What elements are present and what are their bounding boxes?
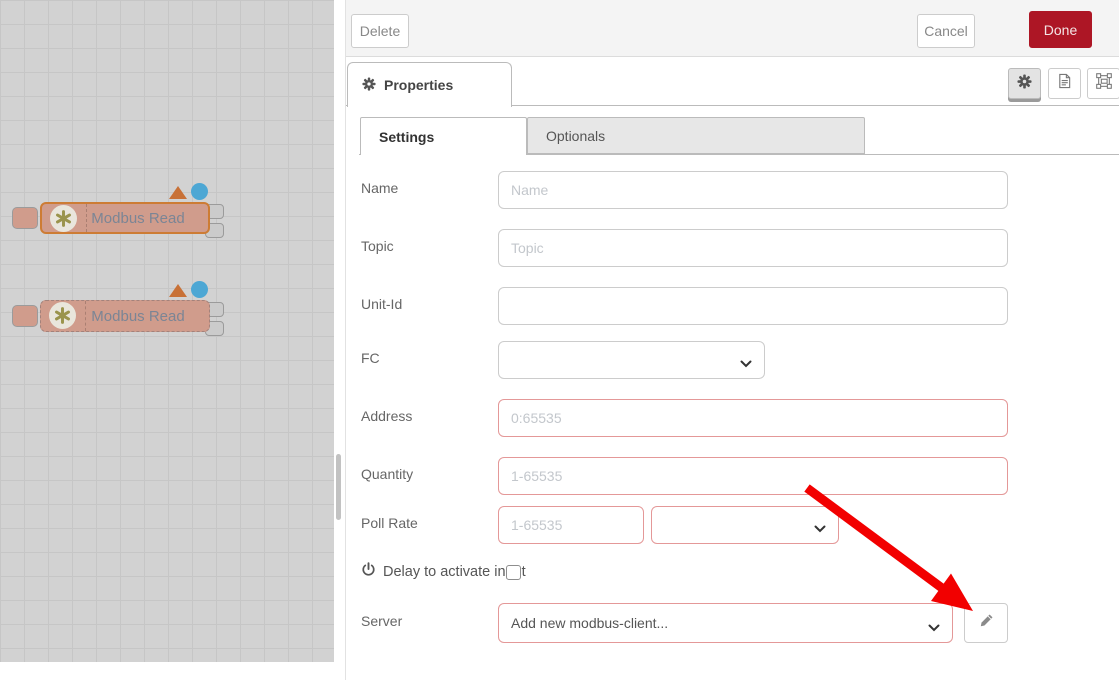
delay-row: Delay to activate input: [361, 562, 526, 581]
chevron-down-icon: [740, 355, 752, 371]
modbus-read-node-2[interactable]: Modbus Read: [0, 284, 230, 344]
cancel-button[interactable]: Cancel: [917, 14, 975, 48]
tab-optionals[interactable]: Optionals: [527, 117, 865, 154]
address-input[interactable]: [498, 399, 1008, 437]
delete-button[interactable]: Delete: [351, 14, 409, 48]
delay-checkbox[interactable]: [506, 565, 521, 580]
server-select[interactable]: Add new modbus-client...: [498, 603, 953, 643]
chevron-down-icon: [814, 520, 826, 536]
poll-rate-unit-select[interactable]: [651, 506, 839, 544]
properties-form: Settings Optionals Name Topic Unit-Id FC: [346, 106, 1119, 680]
unit-id-input[interactable]: [498, 287, 1008, 325]
server-label: Server: [361, 613, 402, 629]
gear-icon: [1017, 74, 1032, 94]
tab-properties[interactable]: Properties: [347, 62, 512, 107]
power-icon: [361, 562, 376, 581]
modbus-asterisk-icon: [50, 205, 77, 232]
tray-header: Delete Cancel Done: [346, 0, 1119, 57]
fc-select[interactable]: [498, 341, 765, 379]
node-label: Modbus Read: [87, 301, 189, 331]
name-input[interactable]: [498, 171, 1008, 209]
appearance-view-button[interactable]: [1087, 68, 1119, 99]
properties-view-button[interactable]: [1008, 68, 1041, 99]
edit-tray: Delete Cancel Done: [345, 0, 1119, 680]
node-label: Modbus Read: [88, 204, 188, 232]
tray-tab-row: Properties: [346, 57, 1119, 106]
appearance-group-icon: [1096, 73, 1112, 94]
gear-icon: [362, 77, 376, 94]
node-changed-indicator-icon: [191, 183, 208, 200]
quantity-input[interactable]: [498, 457, 1008, 495]
poll-rate-input[interactable]: [498, 506, 644, 544]
fc-label: FC: [361, 350, 380, 366]
description-view-button[interactable]: [1048, 68, 1081, 99]
modbus-asterisk-icon: [49, 302, 76, 329]
tab-settings-label: Settings: [379, 129, 434, 145]
server-select-value: Add new modbus-client...: [511, 615, 668, 631]
chevron-down-icon: [928, 619, 940, 635]
document-icon: [1057, 73, 1072, 94]
node-icon-area: [41, 301, 86, 331]
edit-server-button[interactable]: [964, 603, 1008, 643]
flow-canvas[interactable]: Modbus Read Modbus Re: [0, 0, 334, 662]
topic-input[interactable]: [498, 229, 1008, 267]
tab-settings[interactable]: Settings: [360, 117, 527, 155]
address-label: Address: [361, 408, 412, 424]
tab-properties-label: Properties: [384, 77, 453, 93]
done-button[interactable]: Done: [1029, 11, 1092, 48]
node-input-port[interactable]: [12, 305, 38, 327]
node-error-indicator-icon: [169, 186, 187, 199]
pencil-icon: [979, 613, 994, 633]
poll-rate-label: Poll Rate: [361, 515, 418, 531]
node-icon-area: [42, 204, 87, 232]
unit-id-label: Unit-Id: [361, 296, 402, 312]
vertical-scrollbar-thumb[interactable]: [336, 454, 341, 520]
node-body[interactable]: Modbus Read: [40, 202, 210, 234]
tab-optionals-label: Optionals: [546, 128, 605, 144]
node-body[interactable]: Modbus Read: [40, 300, 210, 332]
modbus-read-node-1[interactable]: Modbus Read: [0, 186, 230, 246]
quantity-label: Quantity: [361, 466, 413, 482]
delay-label: Delay to activate input: [383, 564, 526, 580]
node-error-indicator-icon: [169, 284, 187, 297]
node-red-editor: Modbus Read Modbus Re: [0, 0, 1119, 680]
topic-label: Topic: [361, 238, 394, 254]
node-changed-indicator-icon: [191, 281, 208, 298]
name-label: Name: [361, 180, 398, 196]
node-input-port[interactable]: [12, 207, 38, 229]
